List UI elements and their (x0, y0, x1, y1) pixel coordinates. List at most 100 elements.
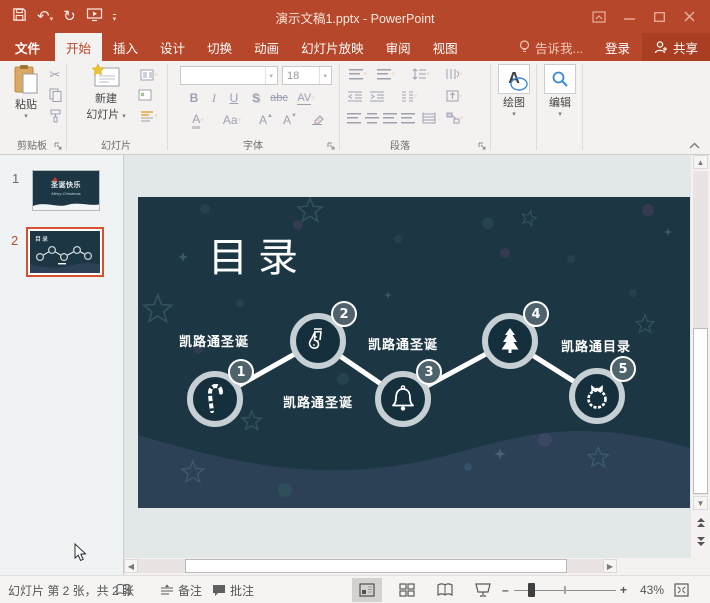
drawing-button[interactable]: A 绘图 ▾ (494, 64, 534, 118)
slideshow-view-button[interactable] (468, 578, 498, 602)
tab-animations[interactable]: 动画 (243, 33, 290, 61)
layout-button[interactable]: ▾ (136, 67, 162, 83)
maximize-button[interactable] (648, 7, 670, 27)
editing-button[interactable]: 编辑 ▾ (540, 64, 580, 118)
slide-canvas[interactable]: 目录 (138, 197, 690, 508)
align-right-button[interactable] (382, 111, 398, 125)
distribute-button[interactable] (420, 111, 438, 125)
scroll-right-button[interactable]: ▶ (603, 559, 617, 573)
line-spacing-button[interactable]: ▾ (408, 67, 434, 81)
comments-button[interactable]: 批注 (212, 576, 254, 603)
strikethrough-button[interactable]: abc (268, 90, 290, 106)
font-name-combo[interactable]: ▾ (180, 66, 278, 85)
horizontal-scroll-thumb[interactable] (185, 559, 567, 573)
convert-to-smartart-button[interactable]: ▾ (442, 111, 468, 125)
reset-icon (138, 89, 152, 101)
section-button[interactable]: ▾ (136, 108, 162, 124)
vertical-scroll-thumb[interactable] (693, 328, 708, 494)
copy-button[interactable] (46, 87, 64, 103)
decrease-font-size-button[interactable]: A▼ (280, 112, 300, 128)
paragraph-dialog-launcher[interactable] (478, 138, 488, 148)
clear-formatting-button[interactable] (308, 112, 326, 128)
text-direction-button[interactable]: ▾ (440, 67, 468, 81)
minimize-button[interactable] (618, 7, 640, 27)
cut-button[interactable]: ✂ (46, 67, 64, 83)
close-button[interactable] (678, 7, 700, 27)
mini-snow-hill (33, 200, 99, 210)
slide-2-thumbnail-selected[interactable]: 目录 (26, 227, 104, 277)
columns-button[interactable]: ▾ (396, 89, 422, 103)
ribbon-tabs: 文件 开始 插入 设计 切换 动画 幻灯片放映 审阅 视图 告诉我... 登录 (0, 33, 710, 61)
text-direction-icon (445, 68, 459, 80)
zoom-slider-thumb[interactable] (528, 583, 535, 597)
tab-design[interactable]: 设计 (149, 33, 196, 61)
scroll-down-button[interactable]: ▼ (693, 496, 708, 510)
save-button[interactable] (12, 7, 27, 27)
bullets-button[interactable]: ▾ (346, 67, 370, 81)
bold-button[interactable]: B (186, 90, 202, 106)
format-painter-button[interactable] (46, 108, 64, 124)
decrease-indent-button[interactable] (346, 89, 364, 103)
align-center-button[interactable] (364, 111, 380, 125)
tell-me-box[interactable]: 告诉我... (509, 33, 593, 61)
start-slideshow-button[interactable] (86, 7, 103, 27)
align-left-button[interactable] (346, 111, 362, 125)
reset-slide-button[interactable] (136, 87, 154, 103)
font-color-button[interactable]: A▾ (186, 112, 210, 128)
scroll-up-button[interactable]: ▲ (693, 155, 708, 169)
redo-button[interactable]: ↻ (63, 9, 76, 24)
proofing-button[interactable] (116, 576, 131, 603)
increase-indent-button[interactable] (368, 89, 386, 103)
fit-to-window-button[interactable] (668, 578, 694, 602)
font-size-combo[interactable]: 18▾ (282, 66, 332, 85)
toc-label-1[interactable]: 凯路通圣诞 (179, 331, 249, 350)
decrease-indent-icon (348, 91, 362, 102)
customize-qat-button[interactable]: ▾ (113, 8, 117, 26)
title-bar: ↶▾ ↻ ▾ 演示文稿1.pptx - PowerPoint (0, 0, 710, 33)
notes-button[interactable]: 备注 (160, 576, 202, 603)
toc-label-4[interactable]: 凯路通目录 (561, 336, 631, 355)
slide-title[interactable]: 目录 (208, 225, 308, 283)
clipboard-dialog-launcher[interactable] (54, 138, 64, 148)
tab-file[interactable]: 文件 (0, 33, 55, 61)
justify-button[interactable] (400, 111, 416, 125)
sign-in-button[interactable]: 登录 (593, 33, 642, 61)
reading-view-button[interactable] (430, 578, 460, 602)
align-text-button[interactable]: ▾ (440, 89, 468, 103)
normal-view-button[interactable] (352, 578, 382, 602)
slide-1-thumbnail[interactable]: 圣诞快乐 Merry Christmas (32, 170, 100, 211)
font-dialog-launcher[interactable] (327, 138, 337, 148)
zoom-in-button[interactable]: + (620, 576, 627, 603)
new-slide-button[interactable]: 新建 幻灯片 ▾ (80, 64, 132, 122)
collapse-ribbon-button[interactable] (688, 138, 702, 150)
slide-sorter-button[interactable] (392, 578, 422, 602)
text-shadow-button[interactable]: S (248, 90, 264, 106)
scroll-left-button[interactable]: ◀ (124, 559, 138, 573)
next-slide-button[interactable] (693, 534, 708, 549)
tab-review[interactable]: 审阅 (375, 33, 422, 61)
underline-button[interactable]: U (226, 90, 242, 106)
zoom-out-button[interactable]: – (502, 576, 509, 603)
chevron-down-icon: ▾ (265, 67, 273, 84)
italic-button[interactable]: I (206, 90, 222, 106)
tab-home[interactable]: 开始 (55, 33, 102, 61)
tab-insert[interactable]: 插入 (102, 33, 149, 61)
change-case-button[interactable]: Aa▾ (218, 112, 246, 128)
paste-button[interactable]: 粘贴 ▾ (6, 64, 46, 120)
christmas-tree-icon (495, 326, 525, 356)
zoom-level[interactable]: 43% (640, 576, 664, 603)
tab-view[interactable]: 视图 (422, 33, 469, 61)
undo-button[interactable]: ↶▾ (37, 8, 53, 26)
ribbon-display-options-button[interactable] (588, 7, 610, 27)
increase-font-size-button[interactable]: A▲ (256, 112, 276, 128)
tab-slideshow[interactable]: 幻灯片放映 (290, 33, 375, 61)
previous-slide-button[interactable] (693, 515, 708, 530)
tab-transitions[interactable]: 切换 (196, 33, 243, 61)
character-spacing-button[interactable]: AV▾ (292, 90, 320, 106)
minimize-icon (624, 12, 635, 22)
notes-icon (160, 584, 174, 596)
toc-label-3[interactable]: 凯路通圣诞 (283, 392, 353, 411)
toc-label-2[interactable]: 凯路通圣诞 (368, 334, 438, 353)
numbering-button[interactable]: ▾ (374, 67, 398, 81)
share-button[interactable]: 共享 (642, 33, 710, 61)
